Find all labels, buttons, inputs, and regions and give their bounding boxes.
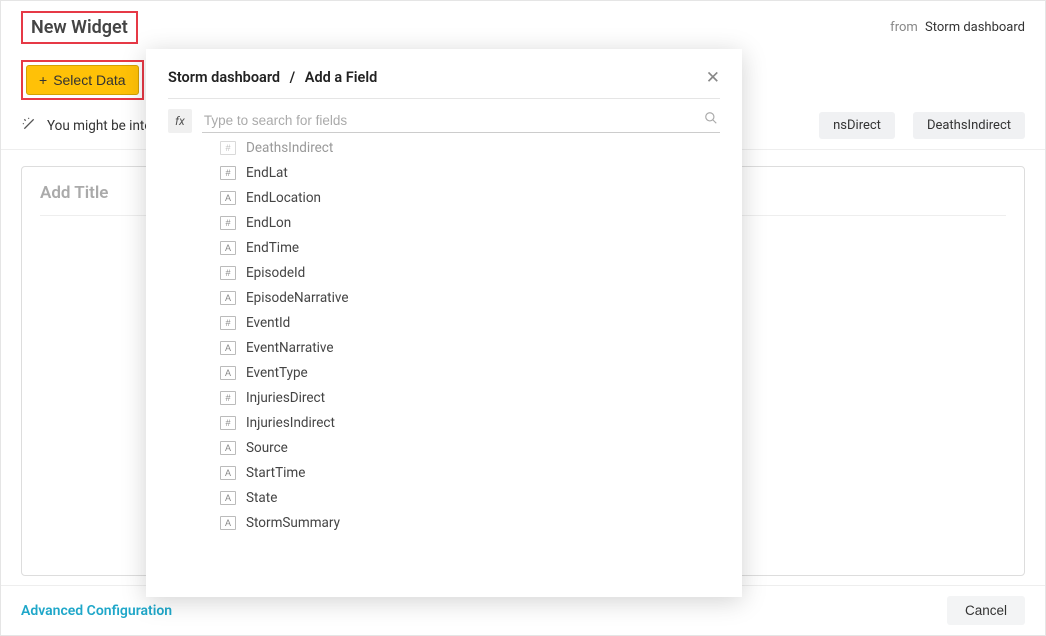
- field-name: EventType: [246, 365, 308, 381]
- field-name: EventNarrative: [246, 340, 334, 356]
- field-name: EndLon: [246, 215, 291, 231]
- field-name: State: [246, 490, 277, 506]
- plus-icon: +: [39, 72, 47, 88]
- text-type-icon: A: [220, 491, 236, 505]
- page-title: New Widget: [21, 11, 138, 44]
- number-type-icon: #: [220, 216, 236, 230]
- text-type-icon: A: [220, 516, 236, 530]
- breadcrumb-leaf: Add a Field: [305, 69, 377, 86]
- number-type-icon: #: [220, 141, 236, 155]
- text-type-icon: A: [220, 366, 236, 380]
- field-name: EpisodeId: [246, 265, 305, 281]
- number-type-icon: #: [220, 266, 236, 280]
- from-text: from: [890, 20, 918, 35]
- text-type-icon: A: [220, 341, 236, 355]
- suggestion-chip[interactable]: nsDirect: [819, 112, 895, 139]
- field-item[interactable]: A StormSummary: [220, 510, 720, 535]
- dashboard-name: Storm dashboard: [925, 20, 1025, 35]
- text-type-icon: A: [220, 466, 236, 480]
- field-item[interactable]: # EndLat: [220, 160, 720, 185]
- breadcrumb-separator: /: [290, 69, 296, 86]
- text-type-icon: A: [220, 241, 236, 255]
- field-item[interactable]: # EpisodeId: [220, 260, 720, 285]
- field-name: StormSummary: [246, 515, 340, 531]
- field-name: InjuriesDirect: [246, 390, 325, 406]
- select-data-button[interactable]: + Select Data: [26, 65, 139, 95]
- close-icon[interactable]: ✕: [706, 69, 720, 86]
- search-wrapper: [202, 109, 720, 133]
- field-name: Source: [246, 440, 288, 456]
- field-item[interactable]: # EventId: [220, 310, 720, 335]
- field-item[interactable]: # DeathsIndirect: [220, 139, 720, 160]
- text-type-icon: A: [220, 441, 236, 455]
- from-label: from Storm dashboard: [890, 20, 1025, 35]
- field-item[interactable]: A State: [220, 485, 720, 510]
- field-item[interactable]: A EventType: [220, 360, 720, 385]
- field-name: DeathsIndirect: [246, 140, 333, 156]
- field-item[interactable]: A StartTime: [220, 460, 720, 485]
- field-name: EpisodeNarrative: [246, 290, 349, 306]
- number-type-icon: #: [220, 316, 236, 330]
- breadcrumb: Storm dashboard / Add a Field: [168, 69, 377, 86]
- search-icon: [704, 111, 718, 129]
- text-type-icon: A: [220, 191, 236, 205]
- field-item[interactable]: # InjuriesIndirect: [220, 410, 720, 435]
- field-item[interactable]: # InjuriesDirect: [220, 385, 720, 410]
- advanced-configuration-link[interactable]: Advanced Configuration: [21, 603, 172, 619]
- field-name: StartTime: [246, 465, 305, 481]
- field-name: InjuriesIndirect: [246, 415, 335, 431]
- field-item[interactable]: A Source: [220, 435, 720, 460]
- field-item[interactable]: A EndTime: [220, 235, 720, 260]
- text-type-icon: A: [220, 291, 236, 305]
- field-item[interactable]: A EpisodeNarrative: [220, 285, 720, 310]
- field-list[interactable]: # DeathsIndirect # EndLat A EndLocation # EndLo…: [168, 139, 720, 535]
- select-data-highlight: + Select Data: [21, 60, 144, 100]
- cancel-button[interactable]: Cancel: [947, 596, 1025, 625]
- suggestion-intro: You might be inte: [47, 118, 151, 134]
- field-name: EndLocation: [246, 190, 321, 206]
- field-item[interactable]: A EventNarrative: [220, 335, 720, 360]
- add-field-popover: Storm dashboard / Add a Field ✕ fx # Deat…: [146, 49, 742, 597]
- wand-icon: [21, 116, 37, 136]
- select-data-label: Select Data: [53, 72, 125, 88]
- field-item[interactable]: A EndLocation: [220, 185, 720, 210]
- search-input[interactable]: [202, 109, 720, 132]
- field-name: EndLat: [246, 165, 288, 181]
- breadcrumb-root[interactable]: Storm dashboard: [168, 69, 280, 86]
- suggestion-chip[interactable]: DeathsIndirect: [913, 112, 1025, 139]
- number-type-icon: #: [220, 391, 236, 405]
- field-name: EndTime: [246, 240, 299, 256]
- formula-button[interactable]: fx: [168, 109, 192, 133]
- field-item[interactable]: # EndLon: [220, 210, 720, 235]
- field-name: EventId: [246, 315, 290, 331]
- number-type-icon: #: [220, 416, 236, 430]
- number-type-icon: #: [220, 166, 236, 180]
